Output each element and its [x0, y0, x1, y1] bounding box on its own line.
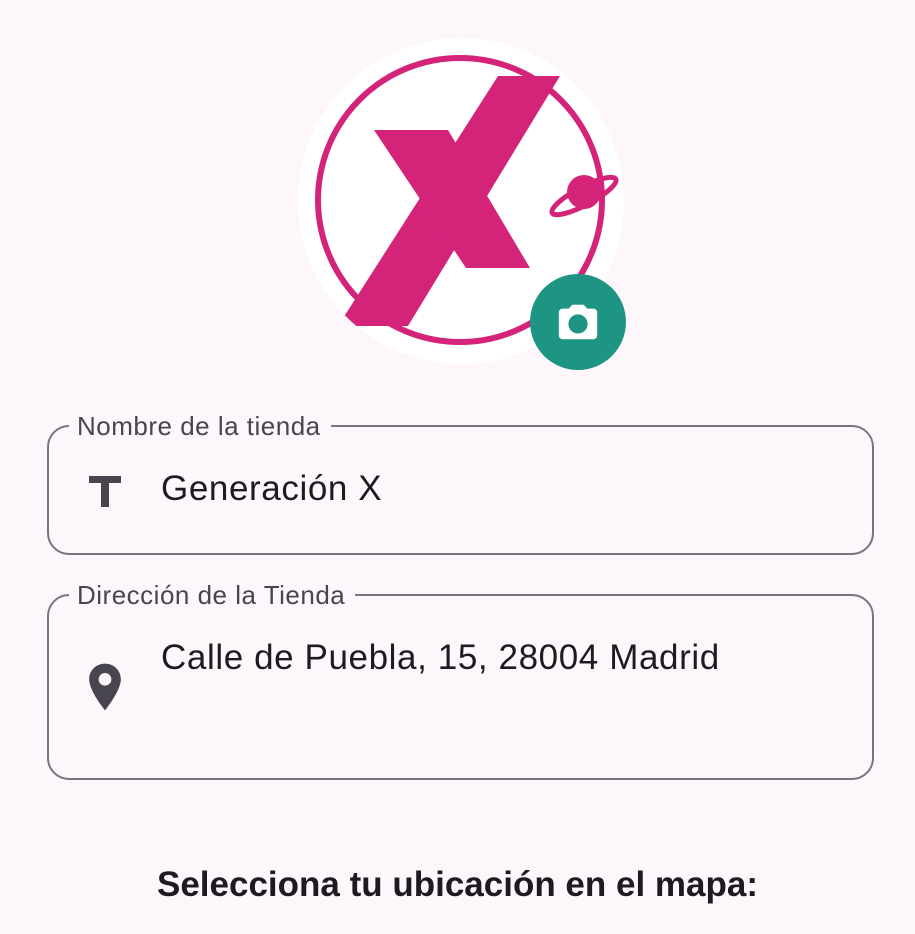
change-photo-button[interactable] — [530, 274, 626, 370]
store-name-field[interactable]: Nombre de la tienda Generación X — [47, 409, 874, 555]
text-fields-icon — [79, 464, 131, 516]
store-address-input[interactable]: Calle de Puebla, 15, 28004 Madrid — [161, 636, 842, 680]
store-address-label: Dirección de la Tienda — [69, 578, 356, 612]
store-form-screen: Nombre de la tienda Generación X Direcci… — [0, 0, 915, 934]
store-avatar — [298, 38, 628, 370]
location-pin-icon — [79, 661, 131, 713]
camera-icon — [558, 304, 598, 340]
store-name-label: Nombre de la tienda — [69, 409, 331, 443]
store-name-input[interactable]: Generación X — [161, 467, 842, 511]
store-address-field[interactable]: Dirección de la Tienda Calle de Puebla, … — [47, 578, 874, 780]
map-section-heading: Selecciona tu ubicación en el mapa: — [156, 865, 758, 904]
